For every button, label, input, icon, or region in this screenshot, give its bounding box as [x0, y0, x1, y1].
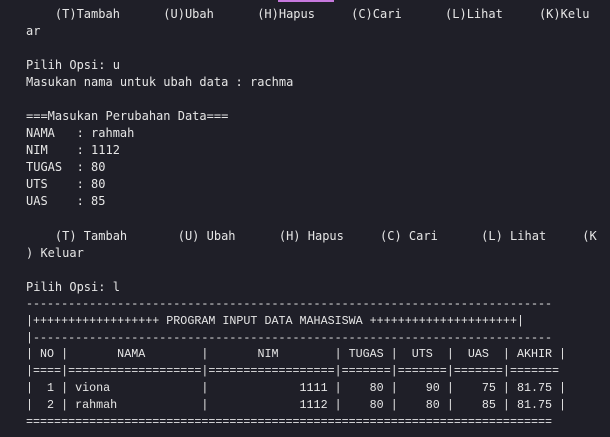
menu2-line-1: (T) Tambah (U) Ubah (H) Hapus (C) Cari (…	[26, 229, 597, 243]
table-header-separator: |====|===================|==============…	[26, 364, 560, 378]
table-row: | 2 | rahmah | 1112 | 80 | 80 | 85 | 81.…	[26, 398, 567, 412]
field-uts: UTS : 80	[26, 177, 106, 191]
table-row: | 1 | viona | 1111 | 80 | 90 | 75 | 81.7…	[26, 381, 567, 395]
section-header: ===Masukan Perubahan Data===	[26, 109, 229, 123]
table-title-under: |---------------------------------------…	[26, 331, 553, 345]
menu-line-1: (T)Tambah (U)Ubah (H)Hapus (C)Cari (L)Li…	[26, 7, 590, 21]
table-top-border: ----------------------------------------…	[26, 297, 553, 311]
field-tugas: TUGAS : 80	[26, 160, 106, 174]
prompt-option-l: Pilih Opsi: l	[26, 280, 120, 294]
menu-line-2: ar	[26, 24, 41, 38]
menu2-line-2: ) Keluar	[26, 246, 84, 260]
table-title: |++++++++++++++++++ PROGRAM INPUT DATA M…	[26, 314, 524, 328]
field-nim: NIM : 1112	[26, 143, 120, 157]
prompt-option-u: Pilih Opsi: u	[26, 58, 120, 72]
field-uas: UAS : 85	[26, 194, 106, 208]
active-tab-indicator	[278, 0, 334, 2]
prompt-name-to-edit: Masukan nama untuk ubah data : rachma	[26, 75, 294, 89]
field-nama: NAMA : rahmah	[26, 126, 135, 140]
table-bottom-border: ========================================…	[26, 415, 553, 429]
terminal-window[interactable]: (T)Tambah (U)Ubah (H)Hapus (C)Cari (L)Li…	[0, 0, 610, 437]
table-header: | NO | NAMA | NIM | TUGAS | UTS | UAS | …	[26, 347, 567, 361]
